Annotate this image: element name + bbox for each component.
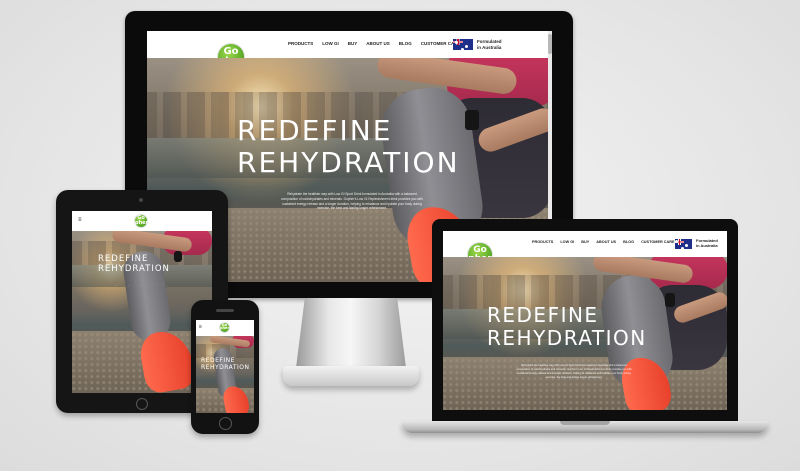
gopher-logo[interactable]: Go pher (134, 214, 148, 228)
australian-flag-icon (675, 239, 692, 249)
hero-subtext: Rehydrate the healthier way with Low GI … (257, 192, 447, 211)
monitor-stand-neck (296, 298, 406, 368)
hero-headline: REDEFINE REHYDRATION (201, 357, 250, 372)
main-nav: PRODUCTS LOW GI BUY ABOUT US BLOG CUSTOM… (288, 41, 460, 46)
hero-subtext: Rehydrate the healthier way with Low GI … (499, 364, 649, 380)
tablet-home-button (136, 398, 148, 410)
smartwatch (665, 293, 675, 307)
site-header: Go pher PRODUCTS LOW GI BUY ABOUT US BLO… (443, 231, 727, 268)
subtext-line: exercise, the best and lasting longer re… (545, 375, 603, 379)
subtext-line: exercise, the best and lasting longer re… (317, 206, 387, 211)
subtext-line: sustained energy release and a longer du… (106, 285, 168, 287)
nav-about-us[interactable]: ABOUT US (596, 240, 616, 244)
hero-subtext: Rehydrate the healthier way with Low GI … (102, 281, 172, 287)
headline-line: REHYDRATION (98, 263, 170, 274)
nav-customer-care[interactable]: CUSTOMER CARE (641, 240, 674, 244)
nav-blog[interactable]: BLOG (623, 240, 634, 244)
nav-about-us[interactable]: ABOUT US (366, 41, 390, 46)
hero-banner: REDEFINE REHYDRATION (196, 336, 254, 413)
site-header: ≡ Go pher (196, 320, 254, 336)
menu-icon[interactable]: ≡ (199, 324, 202, 330)
laptop-opening-notch (560, 421, 610, 425)
headline-line: REDEFINE (487, 303, 599, 327)
phone-home-button (219, 417, 232, 430)
nav-blog[interactable]: BLOG (399, 41, 412, 46)
hero-headline: REDEFINE REHYDRATION (237, 114, 460, 180)
logo-text: pher (220, 326, 230, 331)
formulated-text: in Australia (696, 243, 718, 248)
formulated-text: in Australia (477, 44, 502, 50)
hero-headline: REDEFINE REHYDRATION (98, 254, 170, 275)
phone-screen: ≡ Go pher REDEFINE REHYDRATION (196, 320, 254, 413)
headline-line: REHYDRATION (487, 326, 647, 350)
formulated-text: Formulated (477, 39, 502, 44)
nav-buy[interactable]: BUY (581, 240, 589, 244)
site-header: Go pher PRODUCTS LOW GI BUY ABOUT US BLO… (147, 31, 552, 71)
subtext-line: composition of carbohydrates and mineral… (281, 196, 423, 201)
logo-text: pher (135, 219, 148, 226)
nav-low-gi[interactable]: LOW GI (560, 240, 574, 244)
formulated-in-australia: Formulated in Australia (696, 238, 718, 248)
nav-low-gi[interactable]: LOW GI (322, 41, 339, 46)
australian-flag-icon (453, 39, 473, 50)
site-header: ≡ Go pher (72, 211, 212, 231)
smartwatch (465, 110, 479, 130)
monitor-stand-base (283, 366, 419, 386)
formulated-in-australia: Formulated in Australia (477, 39, 502, 50)
hero-headline: REDEFINE REHYDRATION (487, 304, 647, 350)
headline-line: REHYDRATION (237, 146, 460, 180)
laptop-screen: Go pher PRODUCTS LOW GI BUY ABOUT US BLO… (443, 231, 727, 410)
headline-line: REDEFINE (237, 114, 393, 147)
smartwatch (174, 251, 182, 262)
hero-banner: REDEFINE REHYDRATION Rehydrate the healt… (443, 257, 727, 410)
headline-line: REHYDRATION (201, 363, 250, 371)
nav-products[interactable]: PRODUCTS (532, 240, 553, 244)
nav-buy[interactable]: BUY (348, 41, 358, 46)
menu-icon[interactable]: ≡ (78, 217, 82, 223)
nav-products[interactable]: PRODUCTS (288, 41, 313, 46)
gopher-logo[interactable]: Go pher (219, 322, 230, 333)
phone-speaker (216, 309, 234, 312)
main-nav: PRODUCTS LOW GI BUY ABOUT US BLOG CUSTOM… (532, 240, 675, 244)
tablet-camera (139, 198, 143, 202)
